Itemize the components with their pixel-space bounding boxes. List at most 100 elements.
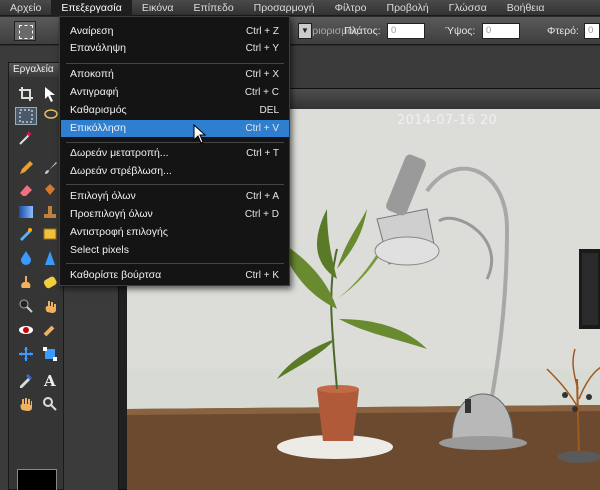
fill-tool[interactable] — [39, 181, 61, 199]
gradient-tool[interactable] — [15, 203, 37, 221]
menu-layer[interactable]: Επίπεδο — [183, 0, 243, 16]
burn-tool[interactable] — [15, 297, 37, 315]
pencil-icon — [20, 161, 33, 174]
magic-wand-icon — [19, 131, 32, 145]
menu-item-select-pixels[interactable]: Select pixels — [61, 242, 289, 259]
crop-tool[interactable] — [15, 85, 37, 103]
menu-item-define-brush[interactable]: Καθορίστε βούρτσα Ctrl + K — [61, 267, 289, 284]
hand-tool[interactable] — [15, 395, 37, 413]
menu-item-shortcut: Ctrl + C — [244, 87, 279, 98]
zoom-tool[interactable] — [39, 395, 61, 413]
marquee-tool[interactable] — [15, 107, 37, 125]
finger-icon — [21, 276, 31, 288]
lasso-icon — [44, 109, 58, 119]
pan-hand-icon — [20, 398, 32, 411]
menu-item-shortcut: Ctrl + D — [244, 209, 279, 220]
menu-item-label: Αναίρεση — [70, 25, 114, 37]
svg-text:A: A — [43, 372, 56, 388]
pinch-tool[interactable] — [15, 345, 37, 363]
menu-item-free-distort[interactable]: Δωρεάν στρέβλωση... — [61, 163, 289, 180]
menu-item-label: Αντιγραφή — [70, 86, 119, 98]
burn-icon — [19, 299, 33, 313]
menu-separator — [66, 263, 284, 264]
menu-image[interactable]: Εικόνα — [132, 0, 184, 16]
menu-item-invert-selection[interactable]: Αντιστροφή επιλογής — [61, 224, 289, 241]
menu-adjustments[interactable]: Προσαρμογή — [244, 0, 325, 16]
width-field[interactable]: 0 — [387, 23, 425, 39]
stamp-tool[interactable] — [39, 203, 61, 221]
tools-panel-title: Εργαλεία — [9, 63, 63, 77]
menu-item-shortcut: Ctrl + X — [245, 69, 279, 80]
menu-file[interactable]: Αρχείο — [0, 0, 51, 16]
stamp-icon — [44, 206, 56, 218]
shape-icon — [43, 228, 57, 240]
menu-separator — [66, 184, 284, 185]
sponge-icon — [43, 276, 57, 289]
replace-color-tool[interactable] — [15, 225, 37, 243]
menu-item-deselect-all[interactable]: Προεπιλογή όλων Ctrl + D — [61, 206, 289, 223]
brush-tool[interactable] — [39, 159, 61, 177]
foreground-color-swatch[interactable] — [17, 469, 57, 490]
height-label: Ύψος: — [445, 25, 476, 37]
shape-tool[interactable] — [39, 225, 61, 243]
menu-item-label: Επιλογή όλων — [70, 190, 136, 202]
menu-item-label: Καθορίστε βούρτσα — [70, 269, 162, 281]
menu-item-copy[interactable]: Αντιγραφή Ctrl + C — [61, 84, 289, 101]
bucket-icon — [45, 184, 55, 195]
dodge-tool[interactable] — [39, 297, 61, 315]
marquee-icon — [19, 109, 33, 123]
text-icon: A — [43, 372, 56, 388]
arrow-icon — [45, 87, 55, 102]
menu-filter[interactable]: Φίλτρο — [325, 0, 377, 16]
menu-item-shortcut: Ctrl + Y — [245, 43, 279, 54]
menu-view[interactable]: Προβολή — [377, 0, 439, 16]
width-label: Πλάτος: — [344, 25, 381, 37]
red-eye-tool[interactable] — [15, 321, 37, 339]
color-picker-tool[interactable] — [15, 371, 37, 389]
sponge-tool[interactable] — [39, 273, 61, 291]
menu-item-shortcut: Ctrl + T — [246, 148, 279, 159]
marquee-mode-button[interactable] — [14, 21, 36, 41]
feather-field[interactable]: 0 — [584, 23, 600, 39]
blur-tool[interactable] — [15, 249, 37, 267]
magnifier-icon — [43, 397, 57, 411]
menu-item-shortcut: DEL — [259, 105, 279, 116]
menu-item-label: Καθαρισμός — [70, 104, 127, 116]
smudge-tool[interactable] — [15, 273, 37, 291]
edit-menu-dropdown: Αναίρεση Ctrl + Z Επανάληψη Ctrl + Y Αποκο… — [59, 16, 290, 286]
bloat-tool[interactable] — [39, 321, 61, 339]
text-tool[interactable]: A — [39, 371, 61, 389]
menu-item-clear[interactable]: Καθαρισμός DEL — [61, 102, 289, 119]
tools-panel: Εργαλεία A — [8, 62, 64, 490]
menu-item-label: Δωρεάν μετατροπή... — [70, 147, 169, 159]
move-tool[interactable] — [39, 85, 61, 103]
sharpen-tool[interactable] — [39, 249, 61, 267]
feather-label: Φτερό: — [547, 25, 579, 37]
transform-tool[interactable] — [39, 345, 61, 363]
menu-item-select-all[interactable]: Επιλογή όλων Ctrl + A — [61, 188, 289, 205]
menu-item-shortcut: Ctrl + A — [245, 191, 279, 202]
menu-separator — [66, 142, 284, 143]
menu-edit[interactable]: Επεξεργασία — [51, 0, 132, 16]
height-field[interactable]: 0 — [482, 23, 520, 39]
brush-icon — [45, 162, 57, 174]
menu-separator — [66, 63, 284, 64]
photo-date-stamp: 2014-07-16 20 — [397, 113, 498, 128]
menu-item-cut[interactable]: Αποκοπή Ctrl + X — [61, 66, 289, 83]
pencil-tool[interactable] — [15, 159, 37, 177]
menu-item-undo[interactable]: Αναίρεση Ctrl + Z — [61, 23, 289, 40]
menu-help[interactable]: Βοήθεια — [497, 0, 555, 16]
menu-item-free-transform[interactable]: Δωρεάν μετατροπή... Ctrl + T — [61, 145, 289, 162]
restricted-dropdown-arrow[interactable]: ▼ — [298, 23, 312, 39]
menu-item-label: Αποκοπή — [70, 68, 114, 80]
mouse-cursor-icon — [193, 124, 207, 144]
gradient-icon — [19, 206, 33, 218]
sharpen-icon — [45, 251, 55, 265]
lasso-tool[interactable] — [39, 107, 61, 125]
eraser-tool[interactable] — [15, 181, 37, 199]
menu-item-paste[interactable]: Επικόλληση Ctrl + V — [61, 120, 289, 137]
menu-item-label: Select pixels — [70, 244, 129, 256]
menu-item-redo[interactable]: Επανάληψη Ctrl + Y — [61, 40, 289, 57]
menu-language[interactable]: Γλώσσα — [439, 0, 497, 16]
magic-wand-tool[interactable] — [15, 129, 37, 147]
